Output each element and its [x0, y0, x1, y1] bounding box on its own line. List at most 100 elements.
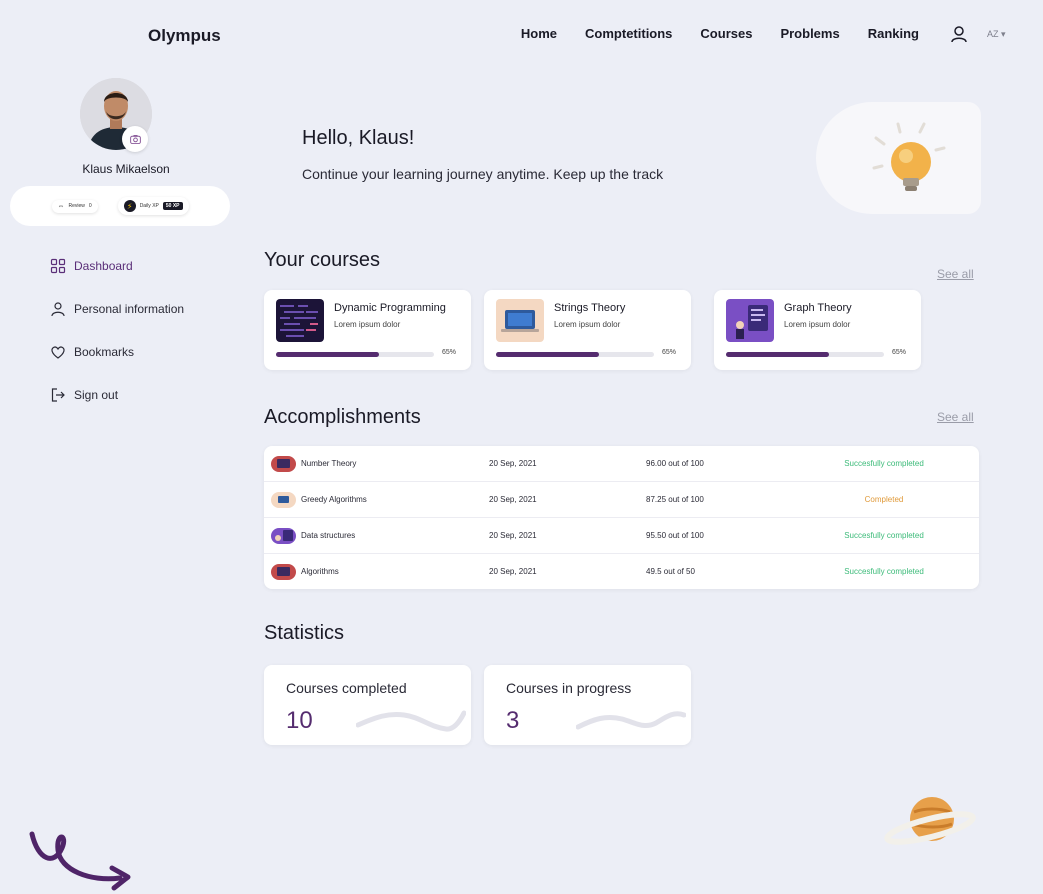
status-badge: Completed [864, 495, 904, 504]
accomplishment-date: 20 Sep, 2021 [489, 459, 537, 468]
course-progress-fill [496, 352, 599, 357]
course-progress-bar [726, 352, 884, 357]
sidebar-item-dashboard[interactable]: Dashboard [50, 244, 184, 287]
app-logo[interactable]: Olympus [148, 26, 221, 46]
accomplishment-name: Algorithms [301, 567, 339, 576]
status-badge: Succesfully completed [844, 459, 924, 468]
language-selector[interactable]: AZ ▾ [987, 29, 1006, 40]
sidebar-item-label: Bookmarks [74, 344, 135, 359]
camera-icon [129, 134, 141, 144]
nav-competitions[interactable]: Comptetitions [585, 26, 672, 41]
course-progress-label: 65% [892, 349, 907, 356]
accomplishments-table: Number Theory 20 Sep, 2021 96.00 out of … [264, 446, 979, 589]
accomplishment-name: Greedy Algorithms [301, 495, 367, 504]
accomplishment-date: 20 Sep, 2021 [489, 495, 537, 504]
table-row[interactable]: Algorithms 20 Sep, 2021 49.5 out of 50 S… [264, 554, 979, 589]
course-thumbnail [726, 299, 774, 342]
accomplishment-score: 95.50 out of 100 [646, 531, 704, 540]
lightbulb-icon [872, 122, 946, 191]
course-card-strings-theory[interactable]: Strings Theory Lorem ipsum dolor 65% [484, 290, 691, 370]
course-card-graph-theory[interactable]: Graph Theory Lorem ipsum dolor 65% [714, 290, 921, 370]
daily-xp-value: 50 XP [162, 202, 183, 210]
course-progress-bar [496, 352, 654, 357]
stat-card-courses-completed: Courses completed 10 [264, 665, 471, 745]
greeting-subtitle: Continue your learning journey anytime. … [302, 166, 664, 182]
sidebar-item-label: Dashboard [74, 258, 133, 273]
course-progress-label: 65% [442, 349, 457, 356]
accomplishment-name: Number Theory [301, 459, 357, 468]
course-thumbnail [276, 299, 324, 342]
status-badge: Succesfully completed [844, 531, 924, 540]
planet-icon [884, 797, 976, 845]
sidebar-menu: Dashboard Personal information Bookmarks… [50, 244, 184, 416]
course-title: Graph Theory [784, 302, 852, 314]
review-badge[interactable]: ⇔ Review 0 [51, 199, 98, 213]
status-badge: Succesfully completed [844, 567, 924, 576]
lightning-icon: ⚡ [123, 200, 136, 212]
accomplishments-see-all-link[interactable]: See all [937, 410, 974, 424]
greeting-title: Hello, Klaus! [302, 127, 415, 149]
course-icon [271, 492, 296, 508]
course-title: Strings Theory [554, 302, 626, 314]
course-progress-bar [276, 352, 434, 357]
sidebar-item-label: Personal information [74, 301, 185, 316]
nav-home[interactable]: Home [521, 26, 557, 41]
daily-xp-badge[interactable]: ⚡ Daily XP 50 XP [117, 197, 189, 215]
stat-value: 3 [506, 707, 520, 734]
accomplishment-date: 20 Sep, 2021 [489, 531, 537, 540]
sidebar-item-personal-information[interactable]: Personal information [50, 287, 184, 330]
grid-icon [50, 258, 66, 273]
review-value: 0 [88, 203, 92, 209]
stat-card-courses-in-progress: Courses in progress 3 [484, 665, 691, 745]
course-progress-fill [276, 352, 379, 357]
course-subtitle: Lorem ipsum dolor [554, 320, 621, 329]
course-subtitle: Lorem ipsum dolor [784, 320, 851, 329]
sparkline-icon [356, 710, 466, 732]
accomplishment-score: 49.5 out of 50 [646, 567, 695, 576]
courses-see-all-link[interactable]: See all [937, 267, 974, 281]
stat-label: Courses in progress [506, 680, 632, 696]
user-name: Klaus Mikaelson [82, 162, 170, 176]
profile-badges: ⇔ Review 0 ⚡ Daily XP 50 XP [10, 186, 230, 226]
accomplishment-score: 87.25 out of 100 [646, 495, 704, 504]
top-nav: Home Comptetitions Courses Problems Rank… [521, 26, 919, 41]
table-row[interactable]: Data structures 20 Sep, 2021 95.50 out o… [264, 518, 979, 554]
sidebar-item-sign-out[interactable]: Sign out [50, 373, 184, 416]
course-subtitle: Lorem ipsum dolor [334, 320, 401, 329]
sidebar-item-label: Sign out [74, 387, 119, 402]
course-title: Dynamic Programming [334, 302, 446, 314]
course-icon [271, 456, 296, 472]
nav-problems[interactable]: Problems [780, 26, 839, 41]
stat-value: 10 [286, 707, 313, 734]
nav-courses[interactable]: Courses [700, 26, 752, 41]
nav-ranking[interactable]: Ranking [868, 26, 919, 41]
sidebar-item-bookmarks[interactable]: Bookmarks [50, 330, 184, 373]
swirl-arrow-icon [29, 831, 131, 891]
accomplishment-date: 20 Sep, 2021 [489, 567, 537, 576]
change-photo-button[interactable] [122, 126, 148, 152]
course-thumbnail [496, 299, 544, 342]
accomplishment-score: 96.00 out of 100 [646, 459, 704, 468]
person-icon [51, 301, 65, 316]
code-screen-icon [276, 299, 324, 342]
course-icon [271, 564, 296, 580]
laptop-icon [496, 299, 544, 342]
heart-icon [51, 345, 65, 359]
stat-label: Courses completed [286, 680, 407, 696]
user-icon[interactable] [949, 24, 969, 44]
sparkline-icon [576, 711, 686, 730]
courses-title: Your courses [264, 249, 380, 271]
daily-xp-label: Daily XP [139, 203, 159, 209]
programmer-icon [726, 299, 774, 342]
course-icon [271, 528, 296, 544]
course-card-dynamic-programming[interactable]: Dynamic Programming Lorem ipsum dolor 65… [264, 290, 471, 370]
accomplishments-title: Accomplishments [264, 406, 421, 428]
statistics-title: Statistics [264, 622, 345, 644]
course-progress-fill [726, 352, 829, 357]
table-row[interactable]: Number Theory 20 Sep, 2021 96.00 out of … [264, 446, 979, 482]
review-icon: ⇔ [57, 202, 65, 210]
hero-illustration-card [816, 102, 981, 214]
accomplishment-name: Data structures [301, 531, 356, 540]
signout-icon [51, 387, 65, 402]
table-row[interactable]: Greedy Algorithms 20 Sep, 2021 87.25 out… [264, 482, 979, 518]
